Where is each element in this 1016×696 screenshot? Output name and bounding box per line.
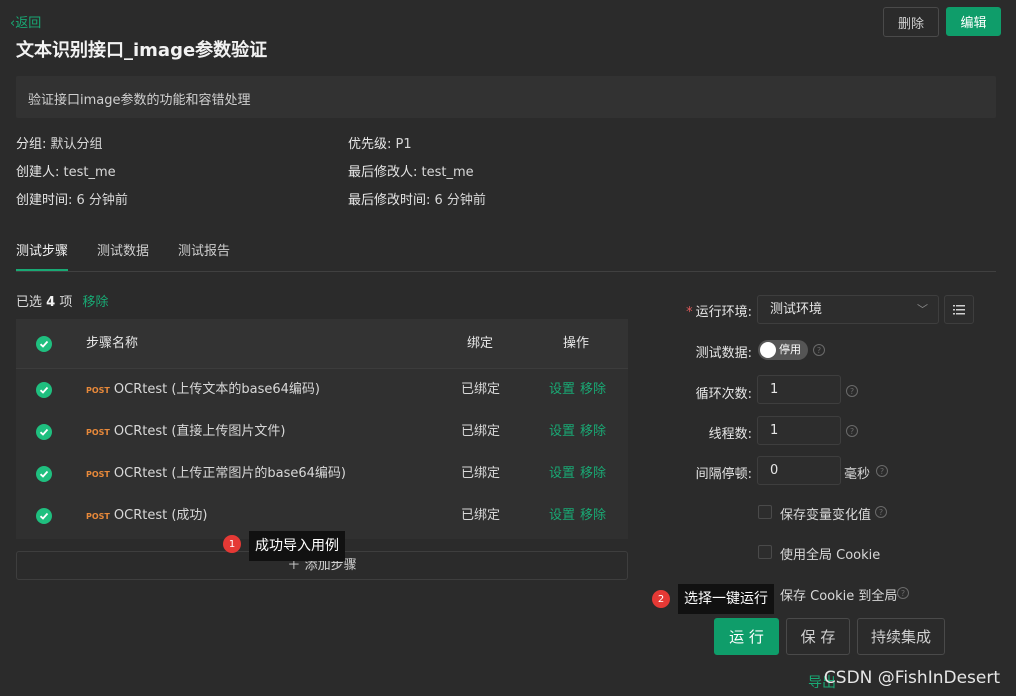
check-icon xyxy=(39,470,49,478)
tab-test-report[interactable]: 测试报告 xyxy=(178,240,230,259)
threads-input[interactable]: 1 xyxy=(757,416,841,445)
col-header-bind: 绑定 xyxy=(467,336,494,351)
meta-group: 分组: 默认分组 xyxy=(16,137,103,152)
row-checkbox[interactable] xyxy=(36,466,52,482)
back-link[interactable]: ‹返回 xyxy=(10,12,41,31)
step-settings-link[interactable]: 设置 xyxy=(549,411,575,453)
interval-label: 间隔停顿: xyxy=(695,467,752,482)
step-remove-link[interactable]: 移除 xyxy=(580,495,606,537)
check-icon xyxy=(39,512,49,520)
step-bind-status: 已绑定 xyxy=(461,466,501,481)
annotation-badge-1: 1 xyxy=(223,535,241,553)
continuous-integration-button[interactable]: 持续集成 xyxy=(857,618,945,655)
step-name[interactable]: POST OCRtest (成功) xyxy=(86,495,207,538)
chevron-down-icon: ﹀ xyxy=(917,303,928,316)
step-name[interactable]: POST OCRtest (直接上传图片文件) xyxy=(86,411,285,454)
list-icon xyxy=(953,305,965,315)
step-bind-status: 已绑定 xyxy=(461,508,501,523)
save-variable-checkbox[interactable] xyxy=(758,505,772,519)
meta-priority: 优先级: P1 xyxy=(348,137,412,152)
meta-modifier: 最后修改人: test_me xyxy=(348,165,474,180)
select-all-checkbox[interactable] xyxy=(36,336,52,352)
test-data-label: 测试数据: xyxy=(695,346,752,361)
env-label: * 运行环境: xyxy=(686,305,752,320)
step-settings-link[interactable]: 设置 xyxy=(549,369,575,411)
meta-created-time: 创建时间: 6 分钟前 xyxy=(16,193,128,208)
global-cookie-label: 使用全局 Cookie xyxy=(780,548,881,563)
help-icon[interactable]: ? xyxy=(875,506,887,518)
help-icon[interactable]: ? xyxy=(876,465,888,477)
run-button[interactable]: 运 行 xyxy=(714,618,779,655)
table-row: POST OCRtest (上传文本的base64编码) 已绑定 设置 移除 xyxy=(16,369,628,411)
check-icon xyxy=(39,428,49,436)
row-checkbox[interactable] xyxy=(36,424,52,440)
table-row: POST OCRtest (直接上传图片文件) 已绑定 设置 移除 xyxy=(16,411,628,453)
toggle-knob xyxy=(760,342,776,358)
interval-input[interactable]: 0 xyxy=(757,456,841,485)
description-text: 验证接口image参数的功能和容错处理 xyxy=(28,93,251,108)
tab-test-data[interactable]: 测试数据 xyxy=(97,240,149,259)
step-name[interactable]: POST OCRtest (上传文本的base64编码) xyxy=(86,369,320,412)
interval-unit: 毫秒 xyxy=(844,467,871,482)
threads-label: 线程数: xyxy=(708,427,752,442)
check-icon xyxy=(39,386,49,394)
step-settings-link[interactable]: 设置 xyxy=(549,453,575,495)
save-variable-label: 保存变量变化值 xyxy=(780,508,872,523)
col-header-name: 步骤名称 xyxy=(86,336,139,351)
global-cookie-checkbox[interactable] xyxy=(758,545,772,559)
loop-count-input[interactable]: 1 xyxy=(757,375,841,404)
step-settings-link[interactable]: 设置 xyxy=(549,495,575,537)
save-button[interactable]: 保 存 xyxy=(786,618,850,655)
loop-label: 循环次数: xyxy=(695,387,752,402)
save-cookie-label: 保存 Cookie 到全局 xyxy=(780,589,898,604)
step-bind-status: 已绑定 xyxy=(461,424,501,439)
check-icon xyxy=(39,340,49,348)
help-icon[interactable]: ? xyxy=(897,587,909,599)
annotation-badge-2: 2 xyxy=(652,590,670,608)
annotation-tooltip-2: 选择一键运行 xyxy=(678,584,774,614)
help-icon[interactable]: ? xyxy=(813,344,825,356)
watermark: CSDN @FishInDesert xyxy=(823,668,1000,688)
tab-bar: 测试步骤 测试数据 测试报告 xyxy=(16,240,996,272)
steps-table: 步骤名称 绑定 操作 POST OCRtest (上传文本的base64编码) 已… xyxy=(16,319,628,539)
selection-info: 已选 4 项 移除 xyxy=(16,295,109,310)
page-title: 文本识别接口_image参数验证 xyxy=(16,40,268,61)
row-checkbox[interactable] xyxy=(36,382,52,398)
step-bind-status: 已绑定 xyxy=(461,382,501,397)
test-data-toggle[interactable]: 停用 xyxy=(758,340,808,360)
table-row: POST OCRtest (上传正常图片的base64编码) 已绑定 设置 移除 xyxy=(16,453,628,495)
delete-button[interactable]: 删除 xyxy=(883,7,939,37)
tab-test-steps[interactable]: 测试步骤 xyxy=(16,240,68,259)
description-box: 验证接口image参数的功能和容错处理 xyxy=(16,76,996,118)
env-list-button[interactable] xyxy=(944,295,974,324)
env-select[interactable]: 测试环境 ﹀ xyxy=(757,295,939,324)
remove-selected-link[interactable]: 移除 xyxy=(83,295,109,310)
active-tab-indicator xyxy=(16,269,68,271)
edit-button[interactable]: 编辑 xyxy=(946,7,1001,36)
step-remove-link[interactable]: 移除 xyxy=(580,453,606,495)
col-header-ops: 操作 xyxy=(563,336,590,351)
step-remove-link[interactable]: 移除 xyxy=(580,411,606,453)
annotation-tooltip-1: 成功导入用例 xyxy=(249,531,345,561)
required-mark: * xyxy=(686,305,693,320)
meta-modified-time: 最后修改时间: 6 分钟前 xyxy=(348,193,486,208)
row-checkbox[interactable] xyxy=(36,508,52,524)
step-name[interactable]: POST OCRtest (上传正常图片的base64编码) xyxy=(86,453,346,496)
help-icon[interactable]: ? xyxy=(846,425,858,437)
meta-creator: 创建人: test_me xyxy=(16,165,116,180)
help-icon[interactable]: ? xyxy=(846,385,858,397)
step-remove-link[interactable]: 移除 xyxy=(580,369,606,411)
